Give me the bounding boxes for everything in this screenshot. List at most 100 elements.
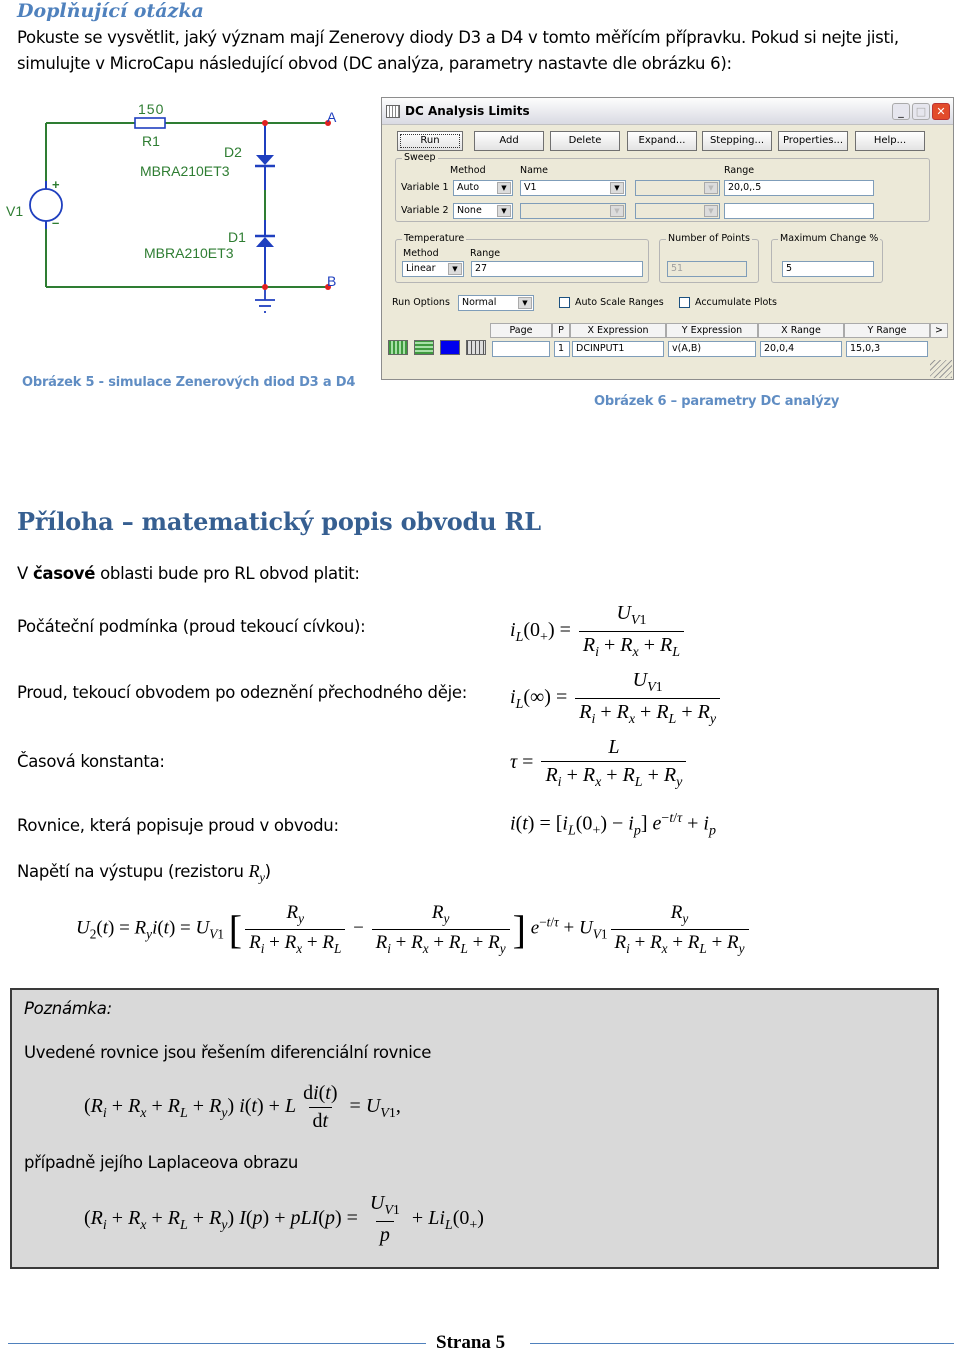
page-number: Strana 5: [436, 1332, 506, 1353]
chevron-down-icon: ▼: [448, 263, 462, 275]
close-button[interactable]: ✕: [932, 103, 950, 120]
chevron-down-icon: ▼: [497, 205, 511, 217]
temperature-range-input[interactable]: 27: [471, 261, 643, 277]
variable-1-method-value: Auto: [457, 182, 480, 193]
variable-1-extra-select[interactable]: ▼: [635, 180, 720, 196]
col-header-p[interactable]: P: [552, 323, 570, 338]
note-text-2: případně jejího Laplaceova obrazu: [24, 1153, 299, 1172]
section-title: Doplňující otázka: [17, 0, 204, 22]
col-header-page[interactable]: Page: [490, 323, 552, 338]
plus-sign: +: [52, 177, 60, 192]
circuit-schematic: [29, 117, 331, 313]
col-header-y-range[interactable]: Y Range: [844, 323, 930, 338]
formula-laplace: (Ri + Rx + RL + Ry) I(p) + pLI(p) = UV1 p…: [84, 1192, 484, 1246]
footer-rule-right: [530, 1343, 954, 1344]
intro-line-1: Pokuste se vysvětlit, jaký význam mají Z…: [17, 28, 899, 47]
y-range-input[interactable]: 15,0,3: [846, 341, 928, 357]
appendix-intro: V časové oblasti bude pro RL obvod plati…: [17, 562, 360, 586]
grid-vertical-icon[interactable]: [388, 340, 408, 355]
maximum-change-input[interactable]: 5: [782, 261, 874, 277]
label-time-constant: Časová konstanta:: [17, 752, 165, 771]
output-voltage-text: Napětí na výstupu (rezistoru: [17, 862, 249, 881]
appendix-title: Příloha – matematický popis obvodu RL: [17, 507, 541, 536]
diode-d1-name: D1: [228, 229, 246, 245]
sweep-label: Sweep: [402, 152, 438, 163]
label-current-equation: Rovnice, která popisuje proud v obvodu:: [17, 816, 339, 835]
resistor-value: 150: [138, 101, 165, 117]
source-name: V1: [6, 203, 24, 219]
help-button[interactable]: Help...: [855, 131, 925, 151]
variable-1-label: Variable 1: [401, 182, 449, 193]
chevron-down-icon: ▼: [610, 205, 624, 217]
maximum-change-label: Maximum Change %: [778, 233, 881, 244]
accumulate-plots-checkbox[interactable]: [679, 297, 690, 308]
dialog-app-icon: [386, 104, 400, 118]
sweep-range-header: Range: [724, 165, 755, 176]
expand-button[interactable]: Expand...: [627, 131, 697, 151]
x-expression-input[interactable]: DCINPUT1: [572, 341, 664, 357]
formula-differential-equation: (Ri + Rx + RL + Ry) i(t) + Ldi(t) dt = UV…: [84, 1082, 401, 1132]
col-header-x-expression[interactable]: X Expression: [570, 323, 666, 338]
figure-5-caption: Obrázek 5 - simulace Zenerových diod D3 …: [22, 375, 356, 390]
variable-1-range-input[interactable]: 20,0,.5: [724, 180, 874, 196]
variable-2-label: Variable 2: [401, 205, 449, 216]
node-b-label: B: [327, 273, 337, 289]
add-button[interactable]: Add: [474, 131, 544, 151]
col-header-y-expression[interactable]: Y Expression: [666, 323, 758, 338]
auto-scale-ranges-checkbox[interactable]: [559, 297, 570, 308]
temperature-method-select[interactable]: Linear ▼: [402, 261, 464, 277]
run-options-value: Normal: [462, 297, 497, 308]
number-of-points-input[interactable]: 51: [667, 261, 747, 277]
temperature-label: Temperature: [402, 233, 467, 244]
dialog-titlebar: DC Analysis Limits: [382, 98, 953, 125]
x-range-input[interactable]: 20,0,4: [760, 341, 842, 357]
resize-grip[interactable]: [930, 360, 952, 378]
maximize-button[interactable]: □: [912, 103, 930, 120]
chevron-down-icon: ▼: [610, 182, 624, 194]
minus-sign: –: [52, 215, 60, 230]
variable-1-method-select[interactable]: Auto ▼: [453, 180, 513, 196]
minimize-button[interactable]: _: [892, 103, 910, 120]
temperature-range-header: Range: [470, 248, 501, 259]
diode-d2-name: D2: [224, 144, 242, 160]
page-input[interactable]: [492, 341, 550, 357]
number-of-points-label: Number of Points: [666, 233, 752, 244]
p-input[interactable]: 1: [554, 341, 570, 357]
label-output-voltage: Napětí na výstupu (rezistoru Ry): [17, 861, 271, 885]
node-a-label: A: [327, 109, 337, 125]
accumulate-plots-label: Accumulate Plots: [695, 297, 777, 308]
output-voltage-text-end: ): [264, 862, 271, 881]
diode-d1-model: MBRA210ET3: [144, 245, 234, 261]
chevron-down-icon: ▼: [497, 182, 511, 194]
run-button[interactable]: Run: [397, 131, 463, 151]
color-icon[interactable]: [440, 340, 460, 355]
label-initial-condition: Počáteční podmínka (proud tekoucí cívkou…: [17, 617, 366, 636]
table-icon[interactable]: [466, 340, 486, 355]
y-expression-input[interactable]: v(A,B): [668, 341, 756, 357]
intro-bold: časové: [32, 564, 96, 583]
run-options-select[interactable]: Normal ▼: [458, 295, 534, 311]
intro-suffix: oblasti bude pro RL obvod platit:: [95, 564, 360, 583]
formula-output-voltage: U2(t) = Ryi(t) = UV1 [Ry Ri + Rx + RL − R…: [76, 902, 752, 957]
node-dot: [262, 284, 268, 290]
chevron-down-icon: ▼: [518, 297, 532, 309]
scroll-right-button[interactable]: >: [930, 323, 948, 338]
diode-d1: [255, 220, 275, 287]
variable-2-range-input[interactable]: [724, 203, 874, 219]
resistor-r1: [134, 117, 166, 129]
node-dot: [262, 120, 268, 126]
run-options-label: Run Options: [392, 297, 450, 308]
delete-button[interactable]: Delete: [550, 131, 620, 151]
properties-button[interactable]: Properties...: [778, 131, 848, 151]
stepping-button[interactable]: Stepping...: [702, 131, 772, 151]
formula-current-equation: i(t) = [iL(0+) − ip] e−t/τ + ip: [510, 811, 716, 839]
variable-2-extra-select[interactable]: ▼: [635, 203, 720, 219]
col-header-x-range[interactable]: X Range: [758, 323, 844, 338]
wires: [45, 122, 330, 288]
dialog-title: DC Analysis Limits: [405, 104, 530, 118]
variable-2-name-select[interactable]: ▼: [520, 203, 626, 219]
variable-1-name-select[interactable]: V1 ▼: [520, 180, 626, 196]
diode-d2: [255, 123, 275, 190]
variable-2-method-select[interactable]: None ▼: [453, 203, 513, 219]
grid-horizontal-icon[interactable]: [414, 340, 434, 355]
